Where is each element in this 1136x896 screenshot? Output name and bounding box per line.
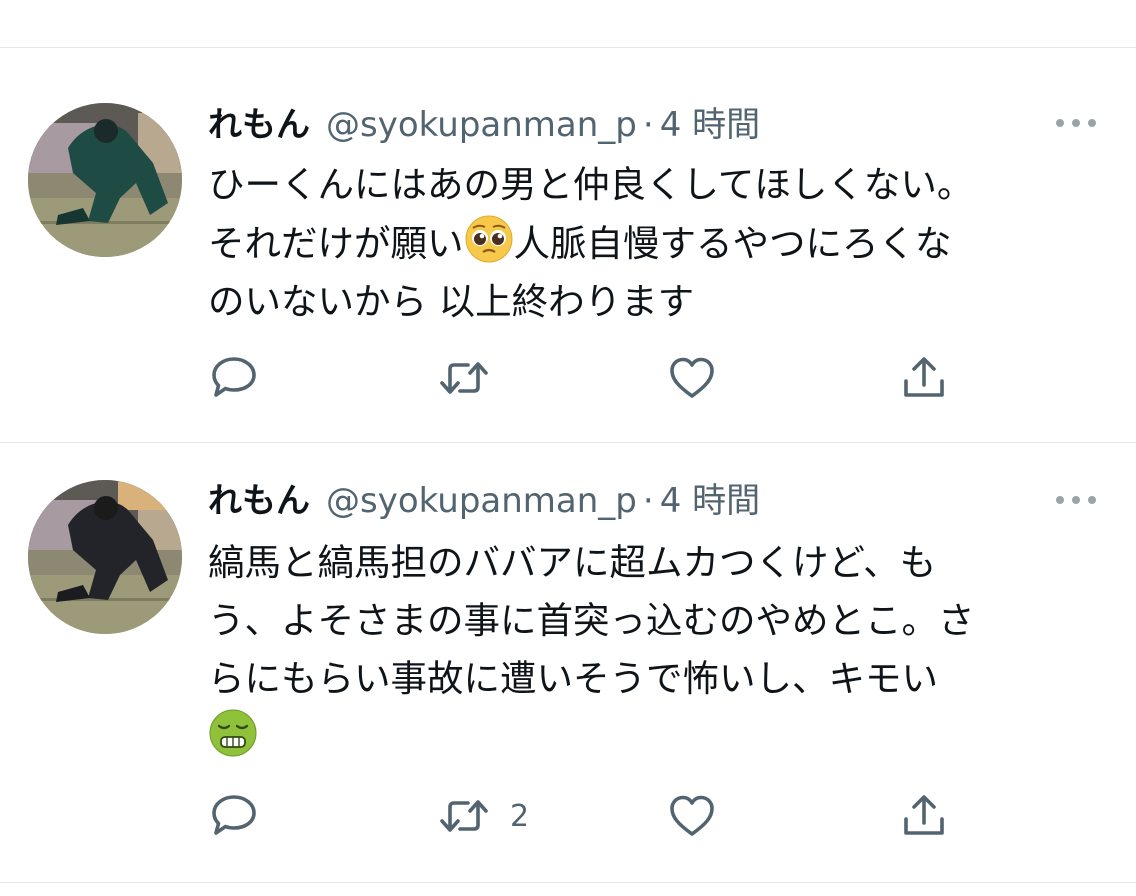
tweet-text-segment: 人脈自慢するやつにろくな <box>513 222 952 265</box>
reply-button[interactable] <box>210 792 258 840</box>
reply-icon <box>212 357 256 397</box>
avatar[interactable] <box>28 480 182 634</box>
tweet-header: れもん @syokupanman_p · 4 時間 <box>208 100 760 150</box>
bottom-divider <box>0 882 1136 883</box>
like-button[interactable] <box>668 354 716 402</box>
tweet-text-line: らにもらい事故に遭いそうで怖いし、キモい <box>208 657 938 700</box>
timestamp[interactable]: 4 時間 <box>660 476 760 526</box>
pleading-face-emoji-icon <box>464 214 514 264</box>
heart-icon <box>670 357 714 398</box>
tweet-text-line: ひーくんにはあの男と仲良くしてほしくない。 <box>208 163 974 206</box>
tweet[interactable]: れもん @syokupanman_p · 4 時間 縞馬と縞馬担のババアに超ムカ… <box>0 442 1136 882</box>
tweet-text-line: のいないから 以上終わります <box>208 280 695 323</box>
tweet-text-segment: それだけが願い <box>208 222 464 265</box>
more-options-icon[interactable] <box>1052 113 1100 133</box>
reply-icon <box>212 795 256 835</box>
share-icon <box>904 357 944 397</box>
tweet-header: れもん @syokupanman_p · 4 時間 <box>208 476 760 526</box>
tweet-text-line <box>208 708 1108 767</box>
tweet[interactable]: れもん @syokupanman_p · 4 時間 ひーくんにはあの男と仲良くし… <box>0 0 1136 442</box>
user-handle[interactable]: @syokupanman_p <box>326 476 637 526</box>
share-button[interactable] <box>900 792 948 840</box>
heart-icon <box>670 795 714 836</box>
retweet-icon <box>440 362 488 394</box>
separator-dot: · <box>642 481 654 521</box>
tweet-text-line: それだけが願い 人脈自慢するやつにろくな <box>208 214 1108 273</box>
avatar[interactable] <box>28 103 182 257</box>
tweet-text-line: う、よそさまの事に首突っ込むのやめとこ。さ <box>208 599 975 642</box>
retweet-icon <box>440 800 488 832</box>
timestamp[interactable]: 4 時間 <box>660 100 760 150</box>
display-name[interactable]: れもん <box>208 100 310 150</box>
like-button[interactable] <box>668 792 716 840</box>
user-handle[interactable]: @syokupanman_p <box>326 100 637 150</box>
retweet-button[interactable]: 2 <box>438 792 529 840</box>
more-options-icon[interactable] <box>1052 490 1100 510</box>
tweet-text: ひーくんにはあの男と仲良くしてほしくない。 それだけが願い 人脈自慢するやつにろ… <box>208 156 1108 331</box>
display-name[interactable]: れもん <box>208 476 310 526</box>
nauseated-face-emoji-icon <box>208 708 258 758</box>
tweet-text: 縞馬と縞馬担のババアに超ムカつくけど、も う、よそさまの事に首突っ込むのやめとこ… <box>208 534 1108 767</box>
retweet-button[interactable] <box>438 354 510 402</box>
share-icon <box>904 795 944 835</box>
separator-dot: · <box>642 105 654 145</box>
retweet-count: 2 <box>510 798 530 834</box>
tweet-text-line: 縞馬と縞馬担のババアに超ムカつくけど、も <box>208 541 937 584</box>
share-button[interactable] <box>900 354 948 402</box>
reply-button[interactable] <box>210 354 258 402</box>
